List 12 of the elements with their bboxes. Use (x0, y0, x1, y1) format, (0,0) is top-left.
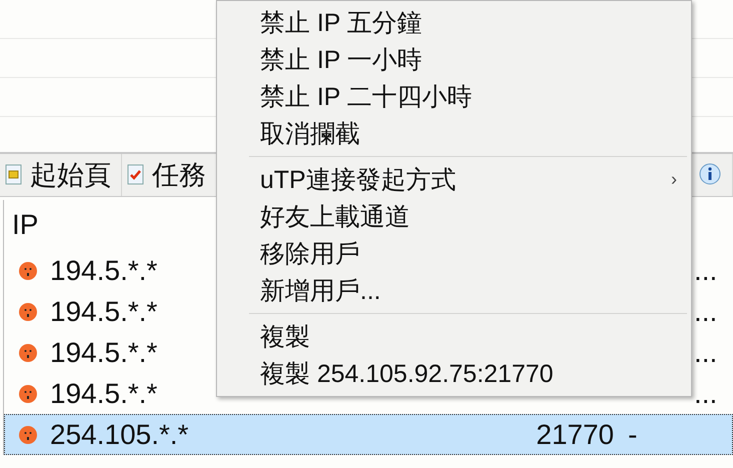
table-cell: ... (694, 296, 718, 326)
submenu-arrow: › (671, 169, 677, 190)
ip-cell: 194.5.*.* (50, 254, 158, 286)
table-cell: ... (694, 336, 718, 368)
table-cell: ... (694, 378, 718, 408)
ip-cell: 254.105.*.* (50, 418, 189, 450)
port-cell: 21770 (536, 418, 614, 450)
ip-cell: 194.5.*.* (50, 336, 158, 368)
table-cell: - (628, 418, 638, 450)
table-cell: ... (694, 254, 718, 286)
ip-cell: 194.5.*.* (50, 296, 158, 328)
ip-cell: 194.5.*.* (50, 378, 158, 410)
